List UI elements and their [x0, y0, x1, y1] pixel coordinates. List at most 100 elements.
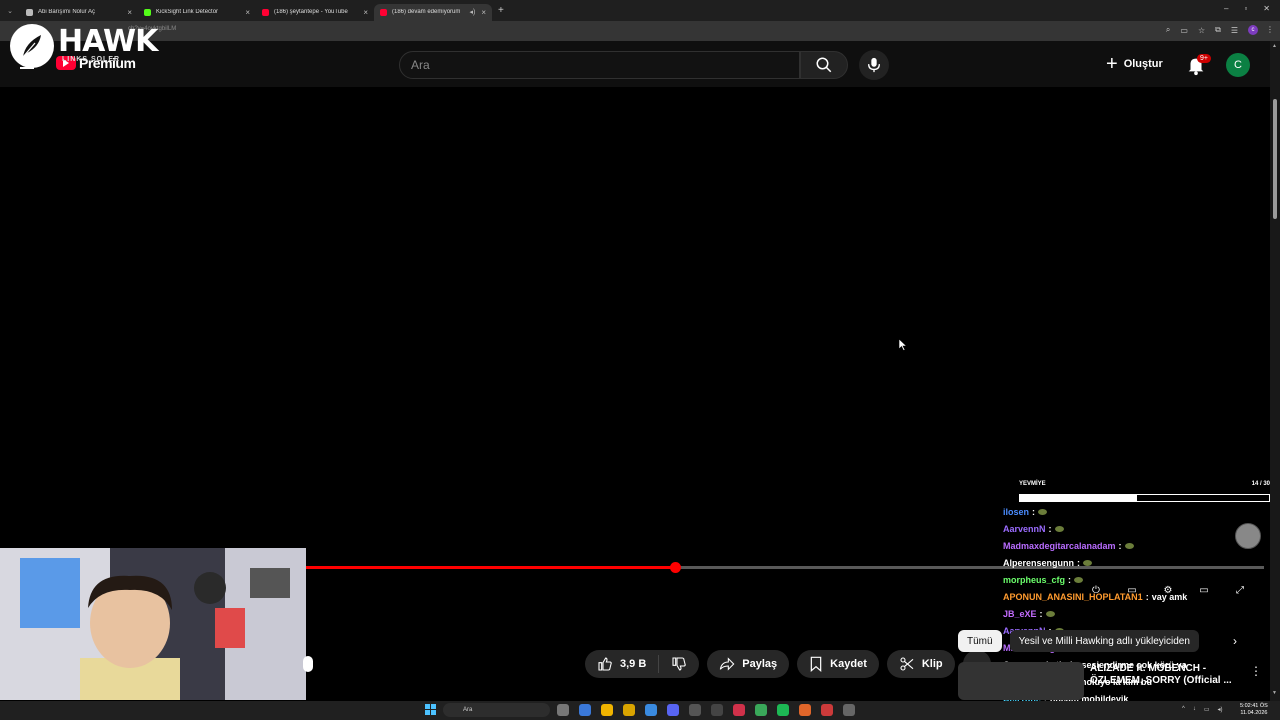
chat-separator: :: [1068, 574, 1072, 585]
volume-icon[interactable]: ◂): [1218, 706, 1223, 713]
search-input[interactable]: [400, 52, 799, 78]
create-button[interactable]: + Oluştur: [1100, 50, 1173, 78]
like-button[interactable]: 3,9 B: [585, 650, 658, 678]
voice-search-button[interactable]: [859, 50, 889, 80]
system-tray: ^ ↓ ▭ ◂): [1182, 706, 1223, 713]
app-icon[interactable]: [733, 704, 745, 716]
tab-audio-icon[interactable]: ◂): [469, 8, 475, 16]
chat-username[interactable]: morpheus_cfg: [1003, 575, 1065, 585]
maximize-icon[interactable]: ▫: [1244, 4, 1247, 13]
new-tab-button[interactable]: +: [498, 5, 504, 16]
address-bar-icons: ⌕ ▭ ☆ ⧉ ☰ c: [1166, 25, 1258, 35]
chat-emote-icon: [1074, 576, 1084, 583]
mouse-cursor-icon: [899, 339, 907, 351]
app-icon[interactable]: [755, 704, 767, 716]
chat-text: vay amk: [1151, 591, 1188, 602]
taskbar-search[interactable]: Ara: [443, 703, 550, 717]
tab-favicon: [262, 8, 269, 16]
app-icon[interactable]: [821, 704, 833, 716]
chat-separator: :: [1048, 523, 1052, 534]
tab-groups-icon[interactable]: ☰: [1231, 26, 1238, 35]
hawk-logo-subtext: LINKS SOLER: [62, 56, 121, 63]
channel-avatar[interactable]: [1235, 523, 1261, 549]
spotify-icon[interactable]: [777, 704, 789, 716]
steam-icon[interactable]: [711, 704, 723, 716]
tab-close-icon[interactable]: ×: [481, 8, 486, 17]
dislike-button[interactable]: [659, 650, 699, 678]
edge-icon[interactable]: [645, 704, 657, 716]
profile-icon[interactable]: c: [1248, 25, 1258, 35]
app-icon[interactable]: [843, 704, 855, 716]
network-icon[interactable]: ▭: [1204, 706, 1210, 713]
scrollbar-thumb[interactable]: [1273, 99, 1277, 219]
chevron-right-icon[interactable]: ›: [1233, 634, 1237, 648]
zoom-icon[interactable]: ⌕: [1166, 25, 1170, 35]
close-window-icon[interactable]: ✕: [1263, 4, 1270, 13]
browser-menu-icon[interactable]: ⋮: [1266, 25, 1274, 34]
extensions-icon[interactable]: ⧉: [1215, 25, 1221, 35]
window-controls: – ▫ ✕: [1224, 4, 1270, 13]
search-icon: [816, 57, 832, 73]
chip-all[interactable]: Tümü: [958, 630, 1002, 652]
account-avatar[interactable]: C: [1226, 53, 1250, 77]
taskbar-search-label: Ara: [463, 707, 473, 713]
windows-start-icon[interactable]: [425, 704, 436, 715]
minimize-icon[interactable]: –: [1224, 4, 1228, 13]
notification-badge: 9+: [1197, 54, 1211, 63]
taskbar-clock[interactable]: 5:02:41 ÖS 11.04.2026: [1240, 703, 1268, 717]
tab-close-icon[interactable]: ×: [127, 8, 132, 17]
chevron-left-handle[interactable]: [303, 656, 313, 672]
more-options-icon[interactable]: ⋮: [1250, 664, 1262, 678]
microphone-icon: [868, 57, 880, 73]
tray-chevron-icon[interactable]: ^: [1182, 706, 1185, 713]
obs-icon[interactable]: [799, 704, 811, 716]
browser-tab[interactable]: (186) şeytantepe - YouTube ×: [256, 4, 374, 21]
scroll-down-icon[interactable]: ▼: [1272, 690, 1277, 696]
browser-tab[interactable]: KickSight Link Detector ×: [138, 4, 256, 21]
clip-label: Klip: [921, 658, 943, 670]
clip-button[interactable]: Klip: [886, 650, 955, 678]
goal-count: 14 / 30: [1251, 481, 1270, 487]
search-button[interactable]: [800, 51, 848, 79]
chrome-icon[interactable]: [601, 704, 613, 716]
copilot-icon[interactable]: [579, 704, 591, 716]
cast-icon[interactable]: ▭: [1180, 26, 1188, 35]
chat-username[interactable]: JB_eXE: [1003, 609, 1037, 619]
video-thumbnail[interactable]: [958, 662, 1084, 700]
page-scrollbar[interactable]: [1270, 41, 1280, 701]
share-button[interactable]: Paylaş: [707, 650, 790, 678]
bookmark-star-icon[interactable]: ☆: [1198, 26, 1205, 35]
save-button[interactable]: Kaydet: [797, 650, 879, 678]
recommended-video-title[interactable]: ALIZADE ft. MOBENCH - ÖZLEMEM, SORRY (Of…: [1090, 663, 1240, 687]
tab-close-icon[interactable]: ×: [363, 8, 368, 17]
video-progress-fill: [306, 566, 675, 569]
chat-username[interactable]: ilosen: [1003, 507, 1029, 517]
task-view-icon[interactable]: [557, 704, 569, 716]
scroll-up-icon[interactable]: ▲: [1272, 43, 1277, 49]
tab-close-icon[interactable]: ×: [245, 8, 250, 17]
chat-message: APONUN_ANASINI_HOPLATAN1: vay amk: [1003, 588, 1233, 605]
chat-username[interactable]: APONUN_ANASINI_HOPLATAN1: [1003, 592, 1143, 602]
thumbs-down-icon: [672, 657, 687, 671]
video-scrubber-handle[interactable]: [669, 562, 681, 573]
chat-emote-icon: [1045, 610, 1055, 617]
tab-search-icon[interactable]: ⌄: [0, 7, 20, 15]
chat-emote-icon: [1124, 542, 1134, 549]
discord-icon[interactable]: [667, 704, 679, 716]
app-icon[interactable]: [689, 704, 701, 716]
bookmark-icon: [810, 656, 822, 672]
browser-tab[interactable]: Abi Barışımı Nolur Aç ×: [20, 4, 138, 21]
chat-username[interactable]: AarvennN: [1003, 524, 1046, 534]
chat-username[interactable]: Madmaxdegitarcalanadam: [1003, 541, 1116, 551]
windows-taskbar: Ara ^ ↓ ▭ ◂) 5:02:41 ÖS 11.04.2026: [0, 701, 1280, 720]
chat-separator: :: [1118, 540, 1122, 551]
browser-tab-strip: ⌄ Abi Barışımı Nolur Aç × KickSight Link…: [0, 0, 1280, 21]
chat-username[interactable]: Alperensengunn: [1003, 558, 1074, 568]
goal-progress-bar: [1019, 494, 1270, 502]
chip-uploader[interactable]: Yesil ve Milli Hawking adlı yükleyiciden: [1009, 630, 1199, 652]
tray-app-icon[interactable]: ↓: [1193, 706, 1196, 713]
clock-time: 5:02:41 ÖS: [1240, 703, 1268, 709]
browser-tab-active[interactable]: (186) devam edemiyorum ◂) ×: [374, 3, 492, 21]
file-explorer-icon[interactable]: [623, 704, 635, 716]
recommended-video[interactable]: ALIZADE ft. MOBENCH - ÖZLEMEM, SORRY (Of…: [958, 660, 1263, 700]
